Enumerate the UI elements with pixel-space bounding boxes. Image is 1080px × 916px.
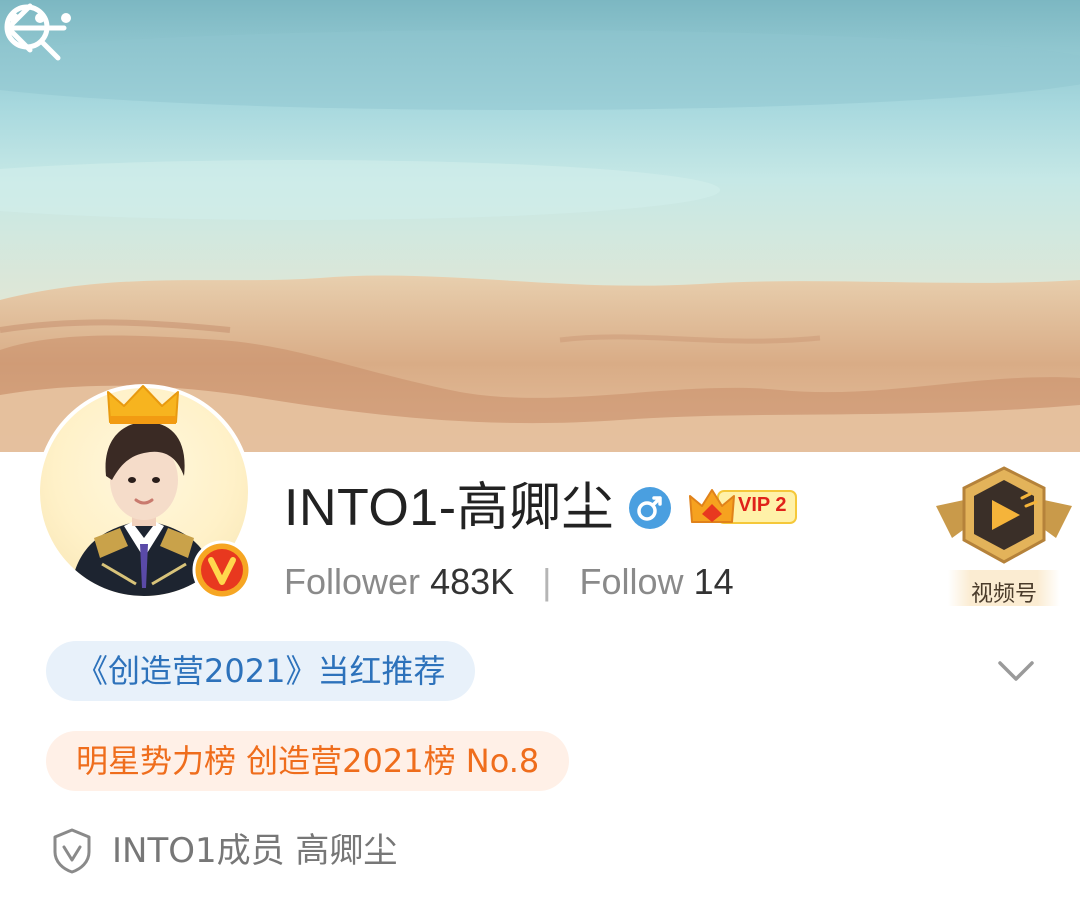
vip-badge[interactable]: VIP 2: [688, 484, 800, 530]
shield-icon: [53, 828, 91, 874]
video-channel-button[interactable]: 视频号: [934, 466, 1074, 608]
vip-label: VIP 2: [738, 494, 787, 516]
recommend-tag[interactable]: 《创造营2021》当红推荐: [46, 641, 476, 701]
video-channel-icon: [936, 466, 1072, 564]
follow-count: 14: [693, 561, 734, 602]
follower-stat[interactable]: Follower 483K: [284, 561, 524, 602]
follow-label: Follow: [579, 561, 684, 602]
male-gender-icon: [629, 487, 671, 529]
crown-icon: [107, 385, 179, 424]
username: INTO1-高卿尘: [284, 479, 615, 537]
chevron-down-icon[interactable]: [996, 654, 1036, 688]
follow-stat[interactable]: Follow 14: [580, 561, 734, 602]
verification-text: INTO1成员 高卿尘: [112, 831, 398, 871]
follower-count: 483K: [430, 561, 515, 602]
verified-v-icon: [192, 540, 252, 600]
stats-divider: |: [542, 561, 552, 602]
ranking-tag[interactable]: 明星势力榜 创造营2021榜 No.8: [46, 731, 570, 791]
follow-stats: Follower 483K | Follow 14: [284, 558, 734, 606]
follower-label: Follower: [284, 561, 421, 602]
more-icon[interactable]: [0, 0, 80, 36]
avatar-container[interactable]: [36, 384, 252, 600]
channel-label: 视频号: [970, 582, 1037, 607]
